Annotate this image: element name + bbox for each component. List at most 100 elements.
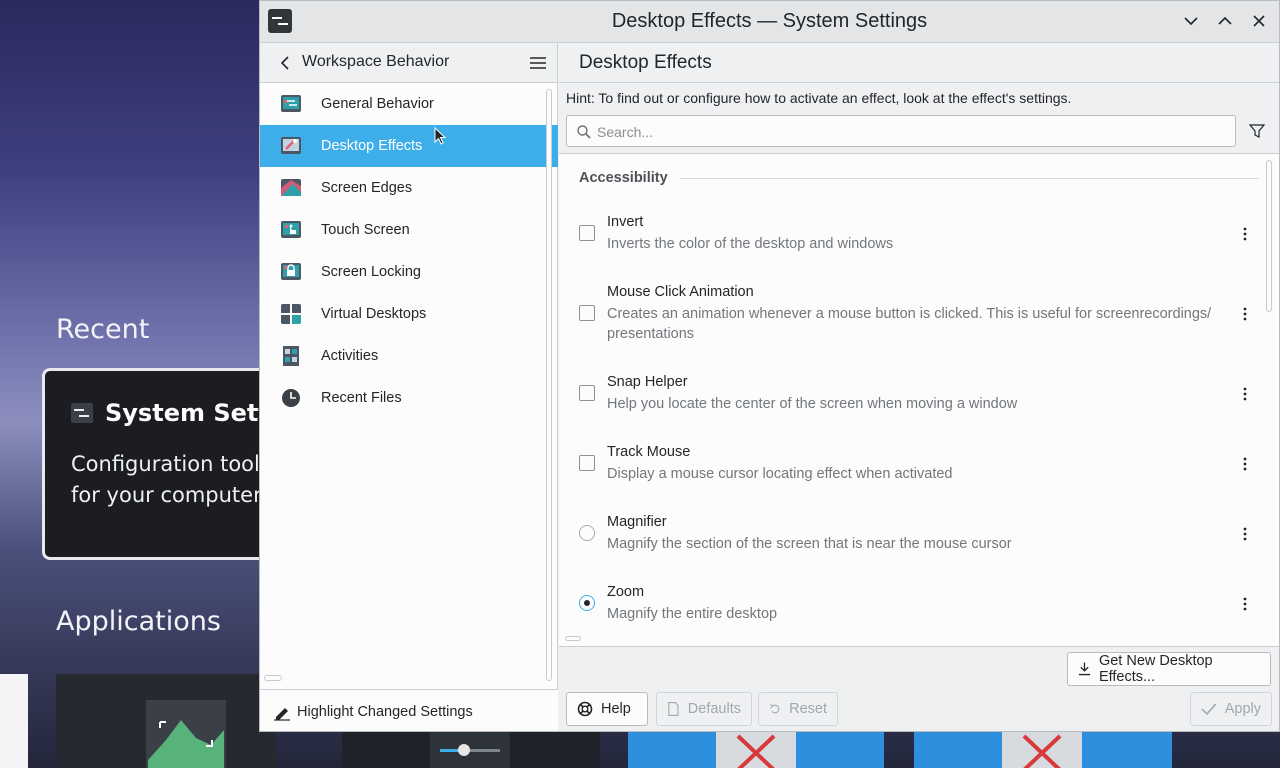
effect-more-options-icon[interactable] (1239, 454, 1251, 474)
broken-image-icon (1002, 730, 1082, 768)
zoom-radio[interactable] (579, 595, 595, 611)
mouse-click-animation-checkbox[interactable] (579, 305, 595, 321)
recent-heading: Recent (56, 314, 150, 345)
system-settings-window: Desktop Effects — System Settings Worksp… (259, 0, 1280, 732)
sidebar-item-label: General Behavior (321, 96, 434, 112)
sidebar-vertical-scrollbar[interactable] (546, 89, 552, 681)
general-behavior-icon (281, 95, 301, 112)
sidebar-item-recent-files[interactable]: Recent Files (260, 377, 558, 419)
effect-name: Invert (607, 214, 644, 230)
hint-text: Hint: To find out or configure how to ac… (566, 90, 1072, 106)
window-title: Desktop Effects — System Settings (611, 10, 928, 32)
effect-more-options-icon[interactable] (1239, 304, 1251, 324)
effect-description: Inverts the color of the desktop and win… (607, 236, 894, 252)
sidebar-item-screen-locking[interactable]: Screen Locking (260, 251, 558, 293)
defaults-label: Defaults (687, 701, 741, 717)
section-divider (679, 177, 1259, 179)
close-button[interactable] (1248, 10, 1270, 32)
system-settings-result-card[interactable]: System Setti Configuration tool for your… (42, 368, 282, 560)
chart-app-icon (146, 700, 226, 768)
effect-description: Magnify the section of the screen that i… (607, 536, 1012, 552)
effect-name: Track Mouse (607, 444, 691, 460)
effect-description: Help you locate the center of the screen… (607, 396, 1018, 412)
effect-name: Magnifier (607, 514, 667, 530)
apply-label: Apply (1224, 701, 1261, 717)
filter-button[interactable] (1247, 121, 1267, 141)
screen-edges-icon (281, 179, 301, 196)
card-title: System Setti (71, 399, 279, 427)
screen-locking-icon (281, 263, 301, 280)
desktop-effects-icon (281, 137, 301, 154)
broken-image-icon (716, 730, 796, 768)
sidebar-item-label: Desktop Effects (321, 138, 423, 154)
title-bar[interactable]: Desktop Effects — System Settings (260, 1, 1279, 43)
magnifier-radio[interactable] (579, 525, 595, 541)
effect-description: Creates an animation whenever a mouse bu… (607, 306, 1212, 342)
sidebar: Workspace Behavior General Behavior Desk… (260, 43, 558, 731)
apply-button[interactable]: Apply (1190, 692, 1272, 726)
sidebar-nav-list: General Behavior Desktop Effects Screen … (260, 83, 558, 419)
touch-screen-icon (281, 221, 301, 238)
snap-helper-checkbox[interactable] (579, 385, 595, 401)
help-button[interactable]: Help (566, 692, 648, 726)
back-button[interactable] (274, 52, 296, 74)
minimize-icon (1184, 17, 1198, 26)
card-description-line: for your computer (71, 483, 262, 507)
search-field[interactable] (566, 115, 1236, 147)
sidebar-item-label: Screen Locking (321, 264, 421, 280)
sidebar-item-touch-screen[interactable]: Touch Screen (260, 209, 558, 251)
highlight-changed-settings-button[interactable]: Highlight Changed Settings (260, 689, 558, 731)
get-new-desktop-effects-label: Get New Desktop Effects... (1098, 653, 1213, 685)
sidebar-item-label: Recent Files (321, 390, 402, 406)
checkmark-icon (1201, 703, 1217, 716)
help-label: Help (601, 701, 631, 717)
main-header: Desktop Effects (559, 43, 1279, 83)
effect-more-options-icon[interactable] (1239, 224, 1251, 244)
pencil-icon (272, 702, 292, 722)
page-title: Desktop Effects (579, 52, 712, 73)
defaults-button[interactable]: Defaults (656, 692, 752, 726)
effect-more-options-icon[interactable] (1239, 384, 1251, 404)
sidebar-item-virtual-desktops[interactable]: Virtual Desktops (260, 293, 558, 335)
maximize-button[interactable] (1214, 10, 1236, 32)
sidebar-item-label: Activities (321, 348, 379, 364)
section-title: Accessibility (579, 170, 668, 186)
chevron-left-icon (280, 56, 289, 70)
get-new-desktop-effects-button[interactable]: Get New Desktop Effects... (1067, 652, 1271, 686)
sidebar-item-label: Virtual Desktops (321, 306, 427, 322)
minimize-button[interactable] (1180, 10, 1202, 32)
background-window-thumbnail[interactable] (0, 674, 28, 768)
sidebar-horizontal-scrollbar[interactable] (264, 675, 282, 681)
slider-app-icon (430, 732, 510, 768)
activities-icon (283, 346, 299, 366)
sidebar-title: Workspace Behavior (302, 53, 450, 70)
sidebar-item-screen-edges[interactable]: Screen Edges (260, 167, 558, 209)
system-settings-icon (71, 403, 93, 423)
main-panel: Desktop Effects Hint: To find out or con… (559, 43, 1279, 731)
card-title-text: System Setti (105, 399, 279, 427)
search-icon (577, 125, 591, 139)
sidebar-item-general-behavior[interactable]: General Behavior (260, 83, 558, 125)
card-description-line: Configuration tool (71, 452, 260, 476)
reset-button[interactable]: Reset (758, 692, 838, 726)
close-icon (1253, 15, 1265, 27)
effect-more-options-icon[interactable] (1239, 594, 1251, 614)
maximize-icon (1218, 16, 1232, 25)
sidebar-item-desktop-effects[interactable]: Desktop Effects (260, 125, 558, 167)
effect-name: Zoom (607, 584, 645, 600)
effects-vertical-scrollbar[interactable] (1266, 160, 1272, 312)
virtual-desktops-icon (281, 304, 301, 324)
help-lifebuoy-icon (577, 701, 593, 717)
sidebar-item-activities[interactable]: Activities (260, 335, 558, 377)
recent-files-icon (282, 389, 300, 407)
effects-horizontal-scrollbar[interactable] (565, 636, 581, 641)
applications-heading: Applications (56, 606, 221, 637)
hamburger-menu-button[interactable] (527, 52, 549, 74)
section-header-accessibility: Accessibility (579, 170, 1259, 186)
mouse-cursor-icon (434, 127, 447, 145)
background-window-thumbnail[interactable] (56, 674, 276, 768)
search-input[interactable] (597, 122, 1217, 142)
effect-more-options-icon[interactable] (1239, 524, 1251, 544)
invert-checkbox[interactable] (579, 225, 595, 241)
track-mouse-checkbox[interactable] (579, 455, 595, 471)
